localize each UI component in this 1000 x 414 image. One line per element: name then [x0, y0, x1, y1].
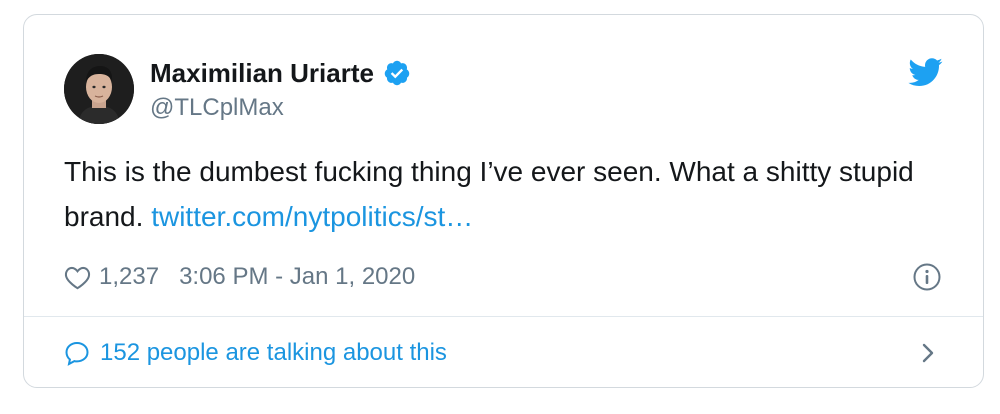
- like-count[interactable]: 1,237: [99, 263, 159, 291]
- conversation-link[interactable]: 152 people are talking about this: [64, 335, 447, 371]
- tweet-link[interactable]: twitter.com/nytpolitics/st…: [151, 201, 473, 232]
- author-handle[interactable]: @TLCplMax: [150, 94, 284, 122]
- conversation-text[interactable]: 152 people are talking about this: [100, 339, 447, 367]
- tweet-meta: 1,237 3:06 PM - Jan 1, 2020: [64, 259, 415, 295]
- chevron-right-icon[interactable]: [919, 341, 937, 365]
- tweet-timestamp[interactable]: 3:06 PM - Jan 1, 2020: [179, 263, 415, 291]
- twitter-bird-icon[interactable]: [907, 58, 943, 88]
- tweet-card[interactable]: Maximilian Uriarte @TLCplMax This is the…: [23, 14, 984, 388]
- tweet-text: This is the dumbest fucking thing I’ve e…: [64, 149, 944, 239]
- author-display-name[interactable]: Maximilian Uriarte: [150, 58, 374, 89]
- divider: [24, 316, 983, 317]
- speech-bubble-icon: [64, 340, 90, 366]
- profile-photo-icon: [64, 54, 134, 124]
- author-name-row[interactable]: Maximilian Uriarte: [150, 56, 411, 90]
- info-icon[interactable]: [912, 262, 942, 292]
- avatar[interactable]: [64, 54, 134, 124]
- verified-badge-icon: [383, 59, 411, 87]
- heart-icon[interactable]: [64, 265, 91, 290]
